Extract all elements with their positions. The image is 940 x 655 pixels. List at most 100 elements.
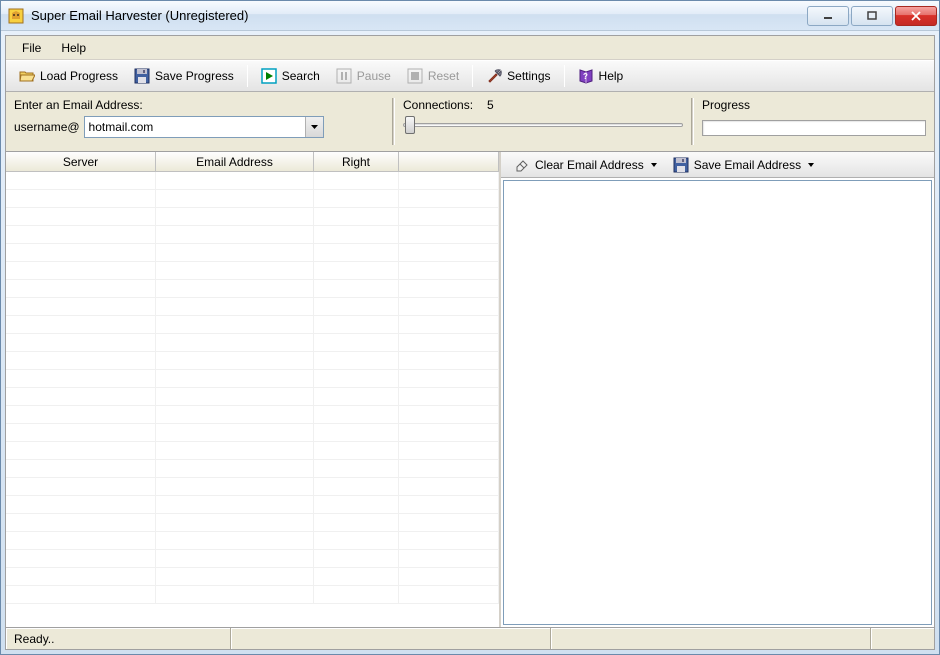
domain-input[interactable] [85, 117, 305, 137]
progress-bar [702, 120, 926, 136]
table-header: Server Email Address Right [6, 152, 499, 172]
table-row[interactable] [6, 172, 499, 190]
floppy-icon [134, 68, 150, 84]
reset-label: Reset [428, 69, 459, 83]
toolbar: Load Progress Save Progress Search Pause… [6, 60, 934, 92]
search-button[interactable]: Search [254, 64, 327, 88]
progress-label: Progress [702, 98, 926, 112]
email-list-area[interactable] [503, 180, 932, 625]
slider-rail [403, 123, 683, 127]
domain-combobox[interactable] [84, 116, 324, 138]
save-progress-label: Save Progress [155, 69, 234, 83]
table-row[interactable] [6, 334, 499, 352]
slider-thumb[interactable] [405, 116, 415, 134]
chevron-down-icon [651, 163, 657, 167]
chevron-down-icon [808, 163, 814, 167]
menu-help[interactable]: Help [51, 38, 96, 58]
table-row[interactable] [6, 478, 499, 496]
window-controls [807, 6, 937, 26]
load-progress-label: Load Progress [40, 69, 118, 83]
load-progress-button[interactable]: Load Progress [12, 64, 125, 88]
username-prefix: username@ [14, 120, 80, 134]
table-row[interactable] [6, 352, 499, 370]
table-row[interactable] [6, 190, 499, 208]
clear-email-button[interactable]: Clear Email Address [507, 153, 664, 177]
table-row[interactable] [6, 496, 499, 514]
table-row[interactable] [6, 298, 499, 316]
email-list-toolbar: Clear Email Address Save Email Address [501, 152, 934, 178]
connections-slider[interactable] [403, 116, 683, 134]
status-cell-4 [871, 628, 934, 649]
table-row[interactable] [6, 568, 499, 586]
table-row[interactable] [6, 208, 499, 226]
pause-icon [336, 68, 352, 84]
toolbar-separator [472, 65, 473, 87]
save-email-label: Save Email Address [694, 158, 801, 172]
table-row[interactable] [6, 442, 499, 460]
table-row[interactable] [6, 586, 499, 604]
maximize-button[interactable] [851, 6, 893, 26]
connections-label: Connections: [403, 98, 473, 112]
search-label: Search [282, 69, 320, 83]
stop-icon [407, 68, 423, 84]
minimize-button[interactable] [807, 6, 849, 26]
email-config-panel: Enter an Email Address: username@ [14, 98, 384, 145]
email-label: Enter an Email Address: [14, 98, 384, 112]
toolbar-separator [564, 65, 565, 87]
domain-dropdown-button[interactable] [305, 117, 323, 137]
settings-label: Settings [507, 69, 550, 83]
menu-file[interactable]: File [12, 38, 51, 58]
app-icon [7, 7, 25, 25]
table-row[interactable] [6, 226, 499, 244]
col-server[interactable]: Server [6, 152, 156, 171]
email-list-pane: Clear Email Address Save Email Address [501, 152, 934, 627]
connections-value: 5 [487, 98, 494, 112]
table-row[interactable] [6, 280, 499, 298]
window-title: Super Email Harvester (Unregistered) [31, 8, 807, 23]
table-row[interactable] [6, 370, 499, 388]
help-button[interactable]: ? Help [571, 64, 631, 88]
table-row[interactable] [6, 550, 499, 568]
titlebar[interactable]: Super Email Harvester (Unregistered) [1, 1, 939, 31]
panel-divider [392, 98, 395, 145]
table-row[interactable] [6, 262, 499, 280]
help-book-icon: ? [578, 68, 594, 84]
table-row[interactable] [6, 388, 499, 406]
workspace: Server Email Address Right Clear Email A… [6, 152, 934, 627]
svg-text:?: ? [583, 72, 588, 81]
panel-divider [691, 98, 694, 145]
status-cell-2 [231, 628, 551, 649]
table-row[interactable] [6, 244, 499, 262]
reset-button: Reset [400, 64, 466, 88]
results-table-pane: Server Email Address Right [6, 152, 501, 627]
save-email-button[interactable]: Save Email Address [666, 153, 821, 177]
save-progress-button[interactable]: Save Progress [127, 64, 241, 88]
pause-button: Pause [329, 64, 398, 88]
col-right[interactable]: Right [314, 152, 399, 171]
clear-email-label: Clear Email Address [535, 158, 644, 172]
table-row[interactable] [6, 316, 499, 334]
statusbar: Ready.. [6, 627, 934, 649]
table-row[interactable] [6, 424, 499, 442]
status-text: Ready.. [6, 628, 231, 649]
table-body[interactable] [6, 172, 499, 627]
close-button[interactable] [895, 6, 937, 26]
floppy-icon [673, 157, 689, 173]
settings-button[interactable]: Settings [479, 64, 557, 88]
status-cell-3 [551, 628, 871, 649]
main-window: Super Email Harvester (Unregistered) Fil… [0, 0, 940, 655]
tools-icon [486, 68, 502, 84]
col-email[interactable]: Email Address [156, 152, 314, 171]
table-row[interactable] [6, 406, 499, 424]
connections-panel: Connections: 5 [403, 98, 683, 145]
table-row[interactable] [6, 514, 499, 532]
play-icon [261, 68, 277, 84]
config-panel-row: Enter an Email Address: username@ Connec… [6, 92, 934, 152]
menubar: File Help [6, 36, 934, 60]
help-label: Help [599, 69, 624, 83]
table-row[interactable] [6, 532, 499, 550]
toolbar-separator [247, 65, 248, 87]
col-empty[interactable] [399, 152, 499, 171]
folder-open-icon [19, 68, 35, 84]
table-row[interactable] [6, 460, 499, 478]
